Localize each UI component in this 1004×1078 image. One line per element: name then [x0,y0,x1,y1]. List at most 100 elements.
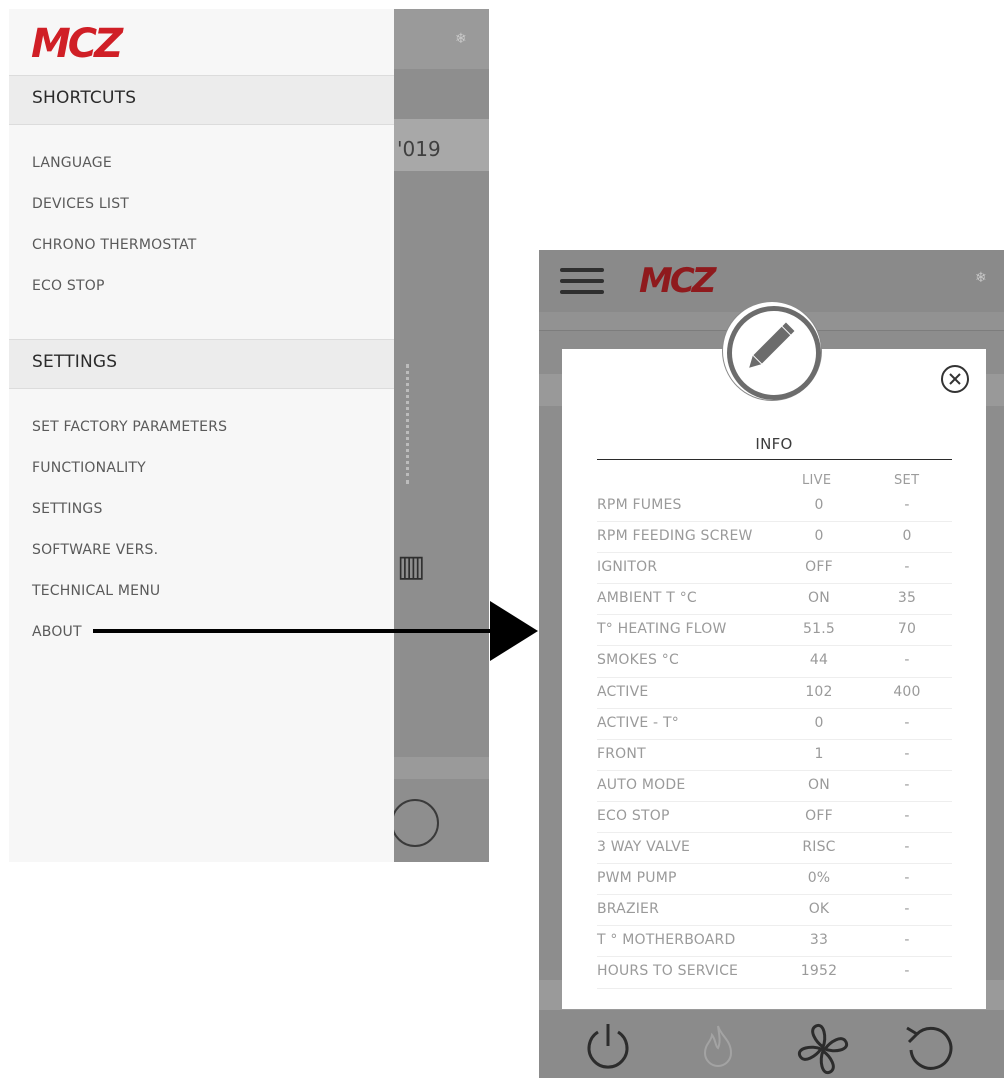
live-value: OFF [805,559,833,576]
table-row: ACTIVE 102 400 [597,678,952,709]
set-value: - [904,932,910,949]
live-value: OFF [805,807,833,824]
set-value: - [904,839,910,856]
background-band [394,757,489,779]
left-screenshot: ❄ '019 ▥ MCZ SHORTCUTS LANGUAGE DEVICES … [9,9,489,862]
section-title: SETTINGS [32,352,118,372]
live-value: 0 [814,528,824,545]
section-header-shortcuts: SHORTCUTS [9,75,394,125]
pointer-arrow-line [93,629,497,633]
set-value: - [904,901,910,918]
svg-text:MCZ: MCZ [31,21,124,63]
right-screenshot: MCZ ❄ INFO LIVE SET RPM FUMES 0 - RPM FE… [539,250,1004,1078]
menu-item-technical-menu[interactable]: TECHNICAL MENU [32,583,160,599]
menu-item-set-factory-parameters[interactable]: SET FACTORY PARAMETERS [32,419,227,435]
background-year-text: '019 [397,137,441,161]
refresh-icon[interactable] [901,1020,961,1078]
set-value: - [904,807,910,824]
snowflake-icon: ❄ [975,270,987,286]
radiator-icon: ▥ [397,549,426,584]
table-row: ACTIVE - T° 0 - [597,709,952,740]
live-value: ON [808,776,830,793]
side-drawer: MCZ SHORTCUTS LANGUAGE DEVICES LIST CHRO… [9,9,394,862]
section-title: SHORTCUTS [32,88,137,108]
section-header-settings: SETTINGS [9,339,394,389]
power-icon [391,799,439,847]
table-row: AMBIENT T °C ON 35 [597,584,952,616]
live-value: 0 [814,714,824,731]
set-value: - [904,559,910,576]
param-name: 3 WAY VALVE [597,839,691,856]
live-value: 102 [805,683,833,700]
param-name: ACTIVE - T° [597,714,679,731]
flame-icon[interactable] [691,1020,745,1074]
table-row: RPM FUMES 0 - [597,491,952,523]
menu-item-settings[interactable]: SETTINGS [32,501,103,517]
table-row: T ° MOTHERBOARD 33 - [597,926,952,958]
menu-item-language[interactable]: LANGUAGE [32,155,112,171]
set-value: - [904,652,910,669]
live-value: 33 [809,932,829,949]
live-value: 1 [814,745,824,762]
table-row: T° HEATING FLOW 51.5 70 [597,615,952,647]
live-value: RISC [802,839,836,856]
live-value: 44 [809,652,829,669]
menu-item-eco-stop[interactable]: ECO STOP [32,278,105,294]
table-row: SMOKES °C 44 - [597,646,952,678]
pencil-icon [749,322,795,368]
param-name: IGNITOR [597,559,658,576]
close-circle-icon[interactable] [940,364,970,394]
live-value: ON [808,590,830,607]
info-divider [597,459,952,460]
table-row: RPM FEEDING SCREW 0 0 [597,522,952,554]
background-header [394,9,489,69]
table-row: PWM PUMP 0% - [597,864,952,896]
table-row: ECO STOP OFF - [597,802,952,834]
param-name: PWM PUMP [597,870,677,887]
menu-item-about[interactable]: ABOUT [32,624,82,640]
set-value: 35 [897,590,917,607]
set-value: 0 [902,528,912,545]
info-modal: INFO LIVE SET RPM FUMES 0 - RPM FEEDING SC… [562,349,986,1009]
edit-badge[interactable] [723,302,821,400]
set-value: - [904,963,910,980]
table-row: FRONT 1 - [597,740,952,771]
live-value: 0 [814,497,824,513]
column-header-set: SET [894,473,920,488]
menu-item-devices-list[interactable]: DEVICES LIST [32,196,129,212]
table-row: HOURS TO SERVICE 1952 - [597,957,952,989]
param-name: AMBIENT T °C [597,590,697,607]
live-value: 0% [807,870,831,887]
menu-item-software-version[interactable]: SOFTWARE VERS. [32,542,158,558]
fan-icon[interactable] [794,1020,852,1078]
set-value: - [904,776,910,793]
svg-text:MCZ: MCZ [639,262,718,298]
info-title: INFO [755,435,793,453]
set-value: - [904,497,910,513]
info-table: RPM FUMES 0 - RPM FEEDING SCREW 0 0 IGNITOR O… [597,491,952,989]
power-icon[interactable] [581,1020,635,1074]
app-footer [539,1010,1004,1078]
table-row: BRAZIER OK - [597,895,952,927]
param-name: SMOKES °C [597,652,679,669]
mcz-logo: MCZ [639,262,721,298]
table-row: AUTO MODE ON - [597,771,952,802]
hamburger-icon[interactable] [560,268,604,294]
menu-item-chrono-thermostat[interactable]: CHRONO THERMOSTAT [32,237,197,253]
background-dial [394,364,409,484]
column-header-live: LIVE [802,473,832,488]
pencil-icon-ring [727,306,821,400]
param-name: BRAZIER [597,901,660,918]
menu-item-functionality[interactable]: FUNCTIONALITY [32,460,146,476]
param-name: HOURS TO SERVICE [597,963,739,980]
set-value: 400 [893,683,921,700]
set-value: - [904,870,910,887]
param-name: ACTIVE [597,683,649,700]
param-name: T° HEATING FLOW [597,621,727,638]
mcz-logo: MCZ [31,21,127,63]
table-row: IGNITOR OFF - [597,553,952,585]
param-name: RPM FEEDING SCREW [597,528,753,545]
set-value: - [904,745,910,762]
live-value: OK [808,901,830,918]
live-value: 1952 [800,963,838,980]
